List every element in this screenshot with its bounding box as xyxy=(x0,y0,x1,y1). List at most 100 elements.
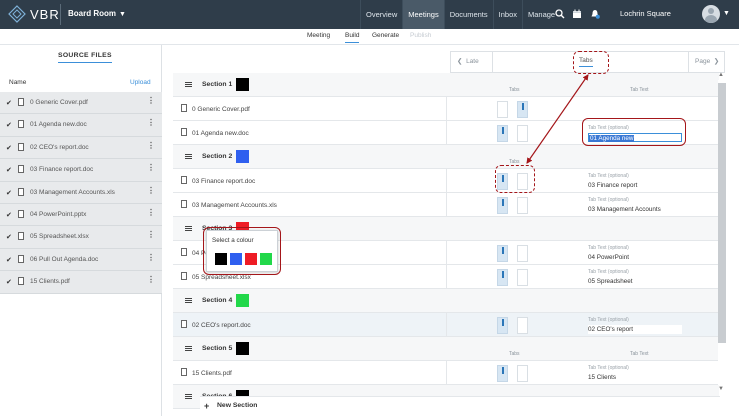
file-icon xyxy=(181,176,187,184)
drag-handle-icon[interactable] xyxy=(185,82,192,87)
drag-handle-icon[interactable] xyxy=(185,346,192,351)
name-column-header[interactable]: Name xyxy=(9,79,26,86)
tab-text-input[interactable]: 03 Finance report xyxy=(588,181,682,190)
tab-text-input[interactable]: 04 PowerPoint xyxy=(588,253,682,262)
tab-position-right[interactable] xyxy=(517,269,528,286)
table-row[interactable]: 03 Management Accounts.xls Tab Text (opt… xyxy=(173,193,719,217)
tab-position-right[interactable] xyxy=(517,125,528,142)
file-icon xyxy=(18,232,24,241)
kebab-menu-icon[interactable]: ⋮ xyxy=(147,97,155,105)
prev-page-button[interactable]: ❮ Late xyxy=(451,52,493,72)
organisation-name[interactable]: Lochrin Square xyxy=(620,9,671,18)
tab-position-right[interactable] xyxy=(517,101,528,118)
drag-handle-icon[interactable] xyxy=(185,154,192,159)
nav-inbox[interactable]: Inbox xyxy=(492,0,522,29)
drag-handle-icon[interactable] xyxy=(185,394,192,399)
table-row[interactable]: 02 CEO's report.doc Tab Text (optional) … xyxy=(173,313,719,337)
kebab-menu-icon[interactable]: ⋮ xyxy=(147,119,155,127)
tab-text-input[interactable]: 03 Management Accounts xyxy=(588,205,682,214)
list-item[interactable]: ✔ 06 Pull Out Agenda.doc ⋮ xyxy=(0,248,162,272)
section-header[interactable]: Section 1 Tabs Tab Text xyxy=(173,73,719,97)
next-page-button[interactable]: Page ❯ xyxy=(688,52,724,72)
kebab-menu-icon[interactable]: ⋮ xyxy=(147,253,155,262)
section-title: Section 4 xyxy=(202,297,233,304)
list-item[interactable]: ✔ 0 Generic Cover.pdf ⋮ xyxy=(0,92,162,115)
notifications-icon[interactable] xyxy=(590,9,600,19)
board-name: Board Room xyxy=(68,9,116,18)
brand-name: VBR xyxy=(30,7,60,22)
chevron-down-icon: ▼ xyxy=(119,11,126,18)
table-row[interactable]: 03 Finance report.doc Tab Text (optional… xyxy=(173,169,719,193)
tab-text-input[interactable]: 02 CEO's report xyxy=(588,325,682,334)
tabs-column-header: Tabs xyxy=(509,87,520,93)
section-colour-swatch[interactable] xyxy=(236,294,249,307)
list-item[interactable]: ✔ 05 Spreadsheet.xlsx ⋮ xyxy=(0,226,162,249)
nav-overview[interactable]: Overview xyxy=(360,0,402,29)
kebab-menu-icon[interactable]: ⋮ xyxy=(147,186,155,195)
list-item[interactable]: ✔ 02 CEO's report.doc ⋮ xyxy=(0,136,162,160)
tab-position-right[interactable] xyxy=(517,245,528,262)
tab-position-left[interactable] xyxy=(497,365,508,382)
kebab-menu-icon[interactable]: ⋮ xyxy=(147,164,155,172)
nav-documents[interactable]: Documents xyxy=(443,0,493,29)
kebab-menu-icon[interactable]: ⋮ xyxy=(147,231,155,239)
file-name: 02 CEO's report.doc xyxy=(30,143,89,151)
checkmark-icon: ✔ xyxy=(6,144,12,152)
checkmark-icon: ✔ xyxy=(6,256,12,264)
tab-position-left[interactable] xyxy=(497,101,508,118)
file-name: 03 Management Accounts.xls xyxy=(30,188,115,196)
tab-position-right[interactable] xyxy=(517,317,528,334)
scroll-down-icon[interactable]: ▼ xyxy=(718,386,724,392)
section-header[interactable]: Section 5 Tabs Tab Text xyxy=(173,337,719,361)
item-name: 02 CEO's report.doc xyxy=(192,322,251,329)
calendar-icon[interactable] xyxy=(572,9,582,19)
section-colour-swatch[interactable] xyxy=(236,78,249,91)
search-icon[interactable] xyxy=(555,9,565,19)
list-item[interactable]: ✔ 15 Clients.pdf ⋮ xyxy=(0,271,162,294)
tab-text-input[interactable]: 05 Spreadsheet xyxy=(588,277,682,286)
item-name: 03 Management Accounts.xls xyxy=(192,202,277,209)
tab-text-input[interactable]: 15 Clients xyxy=(588,373,682,382)
new-section-button[interactable]: + New Section xyxy=(200,396,720,416)
section-colour-swatch[interactable] xyxy=(236,342,249,355)
section-header[interactable]: Section 4 xyxy=(173,289,719,313)
table-row[interactable]: 15 Clients.pdf Tab Text (optional) 15 Cl… xyxy=(173,361,719,385)
scroll-up-icon[interactable]: ▲ xyxy=(718,72,724,78)
vertical-scrollbar[interactable]: ▲ ▼ xyxy=(718,72,726,392)
kebab-menu-icon[interactable]: ⋮ xyxy=(147,276,155,284)
tab-text-label: Tab Text (optional) xyxy=(588,173,629,179)
upload-link[interactable]: Upload xyxy=(130,79,151,86)
tab-build[interactable]: Build xyxy=(345,32,360,43)
tab-generate[interactable]: Generate xyxy=(372,32,399,39)
section-colour-swatch[interactable] xyxy=(236,150,249,163)
chevron-down-icon[interactable]: ▼ xyxy=(723,10,730,17)
file-icon xyxy=(18,277,24,286)
tab-meeting[interactable]: Meeting xyxy=(307,32,330,39)
annotation-tab-position-callout xyxy=(495,165,535,193)
section-title: Section 2 xyxy=(202,153,233,160)
nav-meetings[interactable]: Meetings xyxy=(402,0,444,29)
tab-position-right[interactable] xyxy=(517,197,528,214)
file-icon xyxy=(18,142,24,151)
list-item[interactable]: ✔ 01 Agenda new.doc ⋮ xyxy=(0,114,162,137)
tab-position-left[interactable] xyxy=(497,125,508,142)
kebab-menu-icon[interactable]: ⋮ xyxy=(147,141,155,150)
board-selector[interactable]: Board Room ▼ xyxy=(68,9,126,18)
tab-position-left[interactable] xyxy=(497,317,508,334)
section-header[interactable]: Section 2 Tabs xyxy=(173,145,719,169)
annotation-colour-picker-callout xyxy=(203,227,281,275)
tab-position-left[interactable] xyxy=(497,269,508,286)
file-icon xyxy=(18,98,24,106)
drag-handle-icon[interactable] xyxy=(185,298,192,303)
list-item[interactable]: ✔ 04 PowerPoint.pptx ⋮ xyxy=(0,203,162,227)
list-item[interactable]: ✔ 03 Finance report.doc ⋮ xyxy=(0,159,162,182)
kebab-menu-icon[interactable]: ⋮ xyxy=(147,208,155,217)
tab-position-left[interactable] xyxy=(497,245,508,262)
tab-text-label: Tab Text (optional) xyxy=(588,245,629,251)
tab-position-left[interactable] xyxy=(497,197,508,214)
list-item[interactable]: ✔ 03 Management Accounts.xls ⋮ xyxy=(0,181,162,204)
avatar[interactable] xyxy=(702,5,720,23)
drag-handle-icon[interactable] xyxy=(185,226,192,231)
scrollbar-thumb[interactable] xyxy=(718,83,726,343)
tab-position-right[interactable] xyxy=(517,365,528,382)
